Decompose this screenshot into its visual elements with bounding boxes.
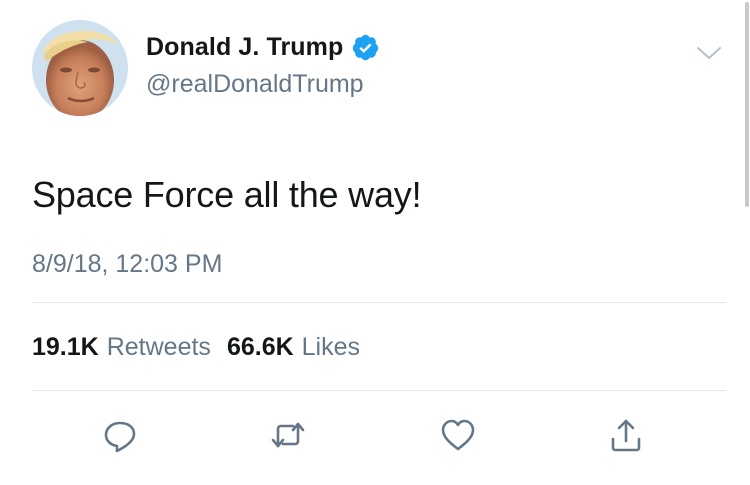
scrollbar-thumb[interactable] (745, 2, 749, 207)
chevron-down-icon[interactable] (695, 43, 723, 63)
author-name-row: Donald J. Trump (146, 33, 380, 62)
avatar-image (32, 20, 128, 116)
heart-icon (441, 419, 475, 451)
likes-label: Likes (301, 333, 361, 361)
divider (32, 302, 726, 303)
tweet-timestamp[interactable]: 8/9/18, 12:03 PM (32, 250, 222, 279)
retweets-label: Retweets (106, 333, 211, 361)
retweet-icon (271, 422, 305, 448)
retweets-stat[interactable]: 19.1K Retweets (32, 333, 211, 362)
avatar[interactable] (32, 20, 128, 116)
author-display-name[interactable]: Donald J. Trump (146, 33, 343, 62)
reply-button[interactable] (98, 413, 142, 457)
tweet-card: Donald J. Trump @realDonaldTrump Space F… (0, 0, 750, 485)
author-handle[interactable]: @realDonaldTrump (146, 70, 364, 99)
verified-badge-icon (351, 33, 380, 62)
tweet-actions (0, 413, 750, 457)
retweet-button[interactable] (266, 413, 310, 457)
like-button[interactable] (436, 413, 480, 457)
retweets-count: 19.1K (32, 333, 99, 361)
share-icon (611, 419, 641, 452)
tweet-text: Space Force all the way! (32, 174, 422, 215)
scrollbar[interactable] (744, 0, 750, 210)
divider (32, 390, 726, 391)
likes-stat[interactable]: 66.6K Likes (227, 333, 360, 362)
tweet-stats: 19.1K Retweets 66.6K Likes (32, 333, 360, 362)
reply-icon (104, 421, 136, 453)
likes-count: 66.6K (226, 333, 294, 361)
share-button[interactable] (604, 413, 648, 457)
